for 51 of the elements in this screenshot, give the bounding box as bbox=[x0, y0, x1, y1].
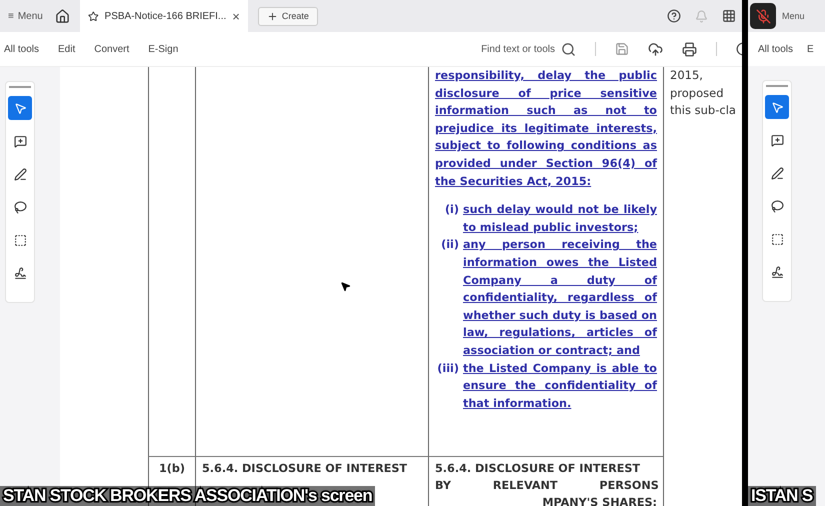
list-marker: (i) bbox=[444, 202, 459, 218]
section-heading-line: MPANY'S SHARES: bbox=[541, 495, 657, 506]
section-heading: 5.6.4. DISCLOSURE OF INTEREST bbox=[435, 461, 642, 477]
create-button[interactable]: Create bbox=[258, 6, 318, 26]
pen-icon bbox=[14, 168, 26, 180]
toolbar-tab[interactable]: All tools bbox=[4, 44, 40, 54]
section-heading-line: BY RELEVANT PERSONS bbox=[435, 478, 657, 494]
comment-icon bbox=[14, 134, 26, 148]
close-icon[interactable]: × bbox=[232, 8, 240, 24]
pointer-icon bbox=[14, 102, 26, 114]
mouse-cursor-icon bbox=[340, 281, 351, 292]
save-icon[interactable] bbox=[615, 42, 629, 56]
lasso-icon bbox=[770, 200, 784, 212]
list-item-text: such delay would not be likely to mislead public investors; bbox=[463, 202, 657, 236]
pointer-icon bbox=[770, 100, 784, 114]
toolbar-label: E bbox=[807, 44, 814, 54]
menu-label: Menu bbox=[782, 11, 805, 21]
lasso-icon bbox=[14, 200, 26, 214]
list-item-text: the Listed Company is able to ensure the confidentiality of that information. bbox=[463, 360, 657, 412]
toolbar-tab[interactable]: Convert bbox=[94, 44, 130, 54]
text-box-icon bbox=[14, 234, 26, 246]
remark-text: this sub-cla bbox=[670, 102, 736, 120]
comment-icon bbox=[770, 134, 784, 146]
list-marker: (ii) bbox=[440, 237, 459, 254]
row-number: 1(b) bbox=[158, 461, 186, 477]
screen-share-caption: STAN STOCK BROKERS ASSOCIATION's screen bbox=[0, 486, 376, 506]
signature-icon bbox=[14, 266, 26, 280]
menu-button[interactable]: ≡ Menu bbox=[6, 8, 45, 24]
pen-icon bbox=[770, 166, 784, 180]
signature-icon bbox=[770, 266, 784, 278]
toolbar-tab[interactable]: E-Sign bbox=[148, 44, 178, 54]
cloud-upload-icon[interactable] bbox=[648, 42, 663, 56]
find-text-field[interactable]: Find text or tools bbox=[481, 44, 555, 54]
screen-share-caption: ISTAN S bbox=[748, 486, 816, 506]
text-box-icon bbox=[770, 232, 784, 246]
plus-icon bbox=[266, 10, 278, 22]
remark-text: 2015, bbox=[670, 67, 704, 84]
toolbar-tab[interactable]: Edit bbox=[58, 44, 76, 54]
apps-grid-icon[interactable] bbox=[722, 9, 736, 23]
help-icon[interactable] bbox=[667, 9, 681, 23]
home-icon[interactable] bbox=[54, 8, 70, 24]
document-tab[interactable]: PSBA-Notice-166 BRIEFI... × bbox=[80, 0, 248, 32]
clause-text: responsibility, delay the public disclosure of price sensitive information such as not to prejudice its legitimate interests, subject to following conditions as provided under Section 96(4) of the Securities Act, 2015: bbox=[435, 68, 657, 190]
section-heading: 5.6.4. DISCLOSURE OF INTEREST bbox=[202, 461, 408, 477]
printer-icon[interactable] bbox=[682, 42, 697, 56]
remark-text: proposed bbox=[670, 84, 725, 102]
mic-off-icon bbox=[756, 8, 770, 24]
search-icon[interactable] bbox=[561, 42, 576, 56]
toolbar-label: All tools bbox=[758, 44, 794, 54]
star-icon bbox=[88, 10, 99, 22]
list-marker: (iii) bbox=[436, 360, 459, 376]
